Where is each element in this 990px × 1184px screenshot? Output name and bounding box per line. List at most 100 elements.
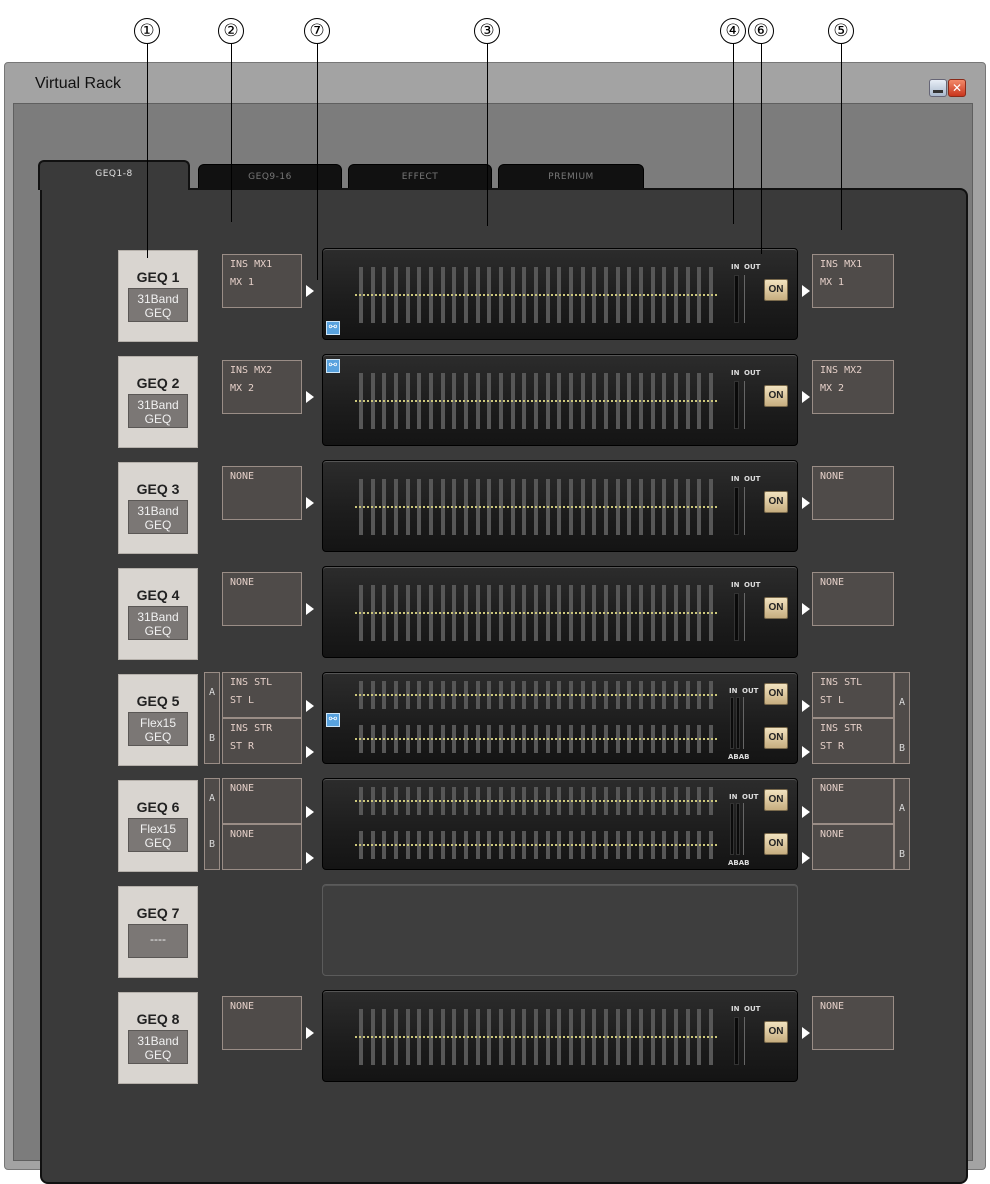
geq2-output-patch[interactable]: INS MX2 MX 2 xyxy=(812,360,894,414)
geq2-rack[interactable]: IN OUT ON ⚯ xyxy=(322,354,798,446)
geq5-meter-in-label: IN xyxy=(729,687,738,695)
geq5-type: Flex15 GEQ xyxy=(128,712,188,746)
geq1-level-meter xyxy=(734,275,739,323)
geq3-rack[interactable]: IN OUT ON xyxy=(322,460,798,552)
geq7-label[interactable]: GEQ 7 ---- xyxy=(118,886,198,978)
geq5-output-tag-b: B xyxy=(898,743,906,754)
callout-1: ① xyxy=(134,18,160,44)
geq8-rack[interactable]: IN OUT ON xyxy=(322,990,798,1082)
geq2-input-line1: INS MX2 xyxy=(230,365,273,376)
geq6-output-a-patch[interactable]: NONE xyxy=(812,778,894,824)
geq1-type-line2: GEQ xyxy=(144,306,172,320)
geq3-title: GEQ 3 xyxy=(136,481,180,497)
geq5-output-b-arrow-icon xyxy=(802,746,810,758)
geq4-input-patch[interactable]: NONE xyxy=(222,572,302,626)
geq5-label[interactable]: GEQ 5 Flex15 GEQ xyxy=(118,674,198,766)
geq3-label[interactable]: GEQ 3 31Band GEQ xyxy=(118,462,198,554)
geq1-type-line1: 31Band xyxy=(137,292,179,306)
geq6-level-meter-2 xyxy=(736,803,740,855)
geq4-rack[interactable]: IN OUT ON xyxy=(322,566,798,658)
callout-7-leader xyxy=(317,44,318,280)
geq6-input-a-patch[interactable]: NONE xyxy=(222,778,302,824)
geq6-input-b-patch[interactable]: NONE xyxy=(222,824,302,870)
virtual-rack-window: Virtual Rack ✕ GEQ1-8 GEQ9-16 EFFECT PRE… xyxy=(4,62,986,1184)
geq3-type-line1: 31Band xyxy=(137,504,179,518)
geq8-on-button[interactable]: ON xyxy=(764,1021,788,1043)
geq6-meter-out-label: OUT xyxy=(742,793,759,801)
tab-geq9-16[interactable]: GEQ9-16 xyxy=(198,164,342,190)
geq8-meter-in-label: IN xyxy=(731,1005,740,1013)
callout-5-leader xyxy=(841,44,842,230)
geq1-meter-out-label: OUT xyxy=(744,263,761,271)
geq5-output-a-line2: ST L xyxy=(820,695,845,706)
geq6-output-b-patch[interactable]: NONE xyxy=(812,824,894,870)
geq5-type-line1: Flex15 xyxy=(139,716,177,730)
geq6-output-a-line1: NONE xyxy=(820,783,845,794)
geq5-link-icon[interactable]: ⚯ xyxy=(326,713,340,727)
geq5-rack[interactable]: ON ON IN OUT ABAB ⚯ xyxy=(322,672,798,764)
geq6-meter-in-label: IN xyxy=(729,793,738,801)
geq3-input-patch[interactable]: NONE xyxy=(222,466,302,520)
geq5-input-b-line1: INS STR xyxy=(230,723,273,734)
geq6-label[interactable]: GEQ 6 Flex15 GEQ xyxy=(118,780,198,872)
geq4-type-line1: 31Band xyxy=(137,610,179,624)
geq4-output-patch[interactable]: NONE xyxy=(812,572,894,626)
geq2-input-patch[interactable]: INS MX2 MX 2 xyxy=(222,360,302,414)
geq4-output-line1: NONE xyxy=(820,577,845,588)
geq8-meter-scale xyxy=(744,1017,750,1065)
geq4-input-line1: NONE xyxy=(230,577,255,588)
geq1-output-patch[interactable]: INS MX1 MX 1 xyxy=(812,254,894,308)
geq2-input-arrow-icon xyxy=(306,391,314,403)
tab-premium[interactable]: PREMIUM xyxy=(498,164,644,190)
geq5-on-button-a[interactable]: ON xyxy=(764,683,788,705)
geq6-on-button-b[interactable]: ON xyxy=(764,833,788,855)
geq3-input-arrow-icon xyxy=(306,497,314,509)
window-title: Virtual Rack xyxy=(35,75,121,92)
geq1-rack[interactable]: IN OUT ON ⚯ xyxy=(322,248,798,340)
geq2-input-line2: MX 2 xyxy=(230,383,255,394)
geq8-input-patch[interactable]: NONE xyxy=(222,996,302,1050)
geq1-label[interactable]: GEQ 1 31Band GEQ xyxy=(118,250,198,342)
minimize-button[interactable] xyxy=(929,79,947,97)
geq1-on-button[interactable]: ON xyxy=(764,279,788,301)
geq1-output-line1: INS MX1 xyxy=(820,259,863,270)
geq4-on-button[interactable]: ON xyxy=(764,597,788,619)
callout-3: ③ xyxy=(474,18,500,44)
geq2-meter-scale xyxy=(744,381,750,429)
geq2-on-button[interactable]: ON xyxy=(764,385,788,407)
geq6-input-a-arrow-icon xyxy=(306,806,314,818)
geq1-input-patch[interactable]: INS MX1 MX 1 xyxy=(222,254,302,308)
geq5-output-a-patch[interactable]: INS STL ST L xyxy=(812,672,894,718)
geq3-on-button[interactable]: ON xyxy=(764,491,788,513)
rack-content: GEQ 1 31Band GEQ INS MX1 MX 1 INS MX1 MX 1 IN OU… xyxy=(40,188,968,1184)
geq3-type: 31Band GEQ xyxy=(128,500,188,534)
geq6-output-b-arrow-icon xyxy=(802,852,810,864)
geq5-meter-scale xyxy=(743,697,749,749)
geq8-level-meter xyxy=(734,1017,739,1065)
geq3-output-patch[interactable]: NONE xyxy=(812,466,894,520)
geq4-label[interactable]: GEQ 4 31Band GEQ xyxy=(118,568,198,660)
geq5-input-b-patch[interactable]: INS STR ST R xyxy=(222,718,302,764)
geq5-output-b-patch[interactable]: INS STR ST R xyxy=(812,718,894,764)
geq5-input-a-patch[interactable]: INS STL ST L xyxy=(222,672,302,718)
tab-geq1-8[interactable]: GEQ1-8 xyxy=(38,160,190,190)
geq3-level-meter xyxy=(734,487,739,535)
geq6-on-button-a[interactable]: ON xyxy=(764,789,788,811)
geq3-meter-in-label: IN xyxy=(731,475,740,483)
geq2-link-icon[interactable]: ⚯ xyxy=(326,359,340,373)
callout-4-leader xyxy=(733,44,734,224)
geq8-label[interactable]: GEQ 8 31Band GEQ xyxy=(118,992,198,1084)
geq1-input-line2: MX 1 xyxy=(230,277,255,288)
tab-effect[interactable]: EFFECT xyxy=(348,164,492,190)
geq5-on-button-b[interactable]: ON xyxy=(764,727,788,749)
geq6-rack[interactable]: ON ON IN OUT ABAB xyxy=(322,778,798,870)
title-bar[interactable]: Virtual Rack ✕ xyxy=(5,63,985,103)
close-button[interactable]: ✕ xyxy=(948,79,966,97)
geq2-label[interactable]: GEQ 2 31Band GEQ xyxy=(118,356,198,448)
callout-3-leader xyxy=(487,44,488,226)
close-icon: ✕ xyxy=(951,81,963,95)
geq8-output-patch[interactable]: NONE xyxy=(812,996,894,1050)
geq1-link-icon[interactable]: ⚯ xyxy=(326,321,340,335)
geq2-output-arrow-icon xyxy=(802,391,810,403)
geq8-input-line1: NONE xyxy=(230,1001,255,1012)
